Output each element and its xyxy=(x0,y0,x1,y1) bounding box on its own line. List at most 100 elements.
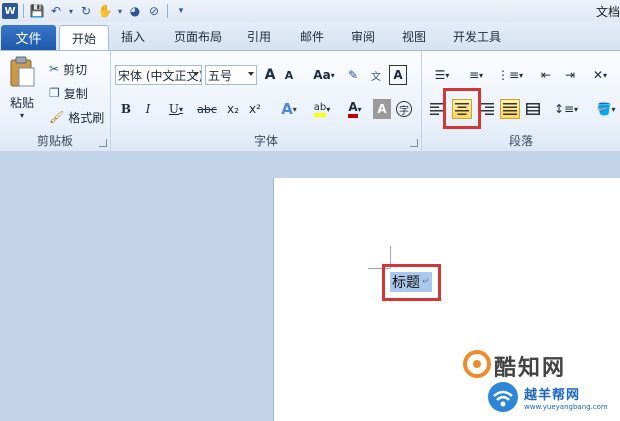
font-color-icon: A xyxy=(348,100,358,118)
tab-mailings[interactable]: 邮件 xyxy=(300,28,324,45)
shrink-font-button[interactable]: A xyxy=(281,65,297,85)
bold-button[interactable]: B xyxy=(117,99,135,119)
phonetic-guide-button[interactable]: 文 xyxy=(367,65,385,85)
watermark-brand: 酷知网 xyxy=(494,356,567,381)
italic-icon: I xyxy=(145,102,151,116)
highlight-button[interactable]: ab ▾ xyxy=(307,99,337,119)
multilevel-list-button[interactable]: ⋮≡ ▾ xyxy=(496,65,524,85)
font-group-label: 字体 xyxy=(253,134,278,148)
format-dropdown-icon[interactable]: ▾ xyxy=(116,3,124,19)
paste-icon xyxy=(10,56,35,87)
chevron-down-icon: ▾ xyxy=(574,104,579,114)
superscript-icon: x² xyxy=(249,102,261,116)
tab-view[interactable]: 视图 xyxy=(402,28,426,45)
change-case-icon: Aa xyxy=(313,68,331,82)
font-name-value: 宋体 (中文正文) xyxy=(118,68,202,83)
bullet-list-icon: ☰ xyxy=(434,68,446,82)
bullets-button[interactable]: ☰ ▾ xyxy=(428,65,456,85)
char-shading-button[interactable]: A xyxy=(373,99,391,119)
char-border-button[interactable]: A xyxy=(389,65,407,85)
copy-icon: ❐ xyxy=(49,86,60,100)
undo-icon[interactable]: ↶ xyxy=(48,3,64,19)
align-right-icon xyxy=(480,103,494,115)
cut-label: 剪切 xyxy=(63,62,88,77)
ribbon: 粘贴 ▾ ✂ 剪切 ❐ 复制 🖌 格式刷 剪贴板 宋体 (中文正文) 五号 A … xyxy=(0,50,620,152)
clipboard-launcher-icon[interactable] xyxy=(99,139,107,147)
subscript-button[interactable]: x₂ xyxy=(223,99,243,119)
color-wheel-icon[interactable]: ◕ xyxy=(127,3,143,19)
clear-format-button[interactable]: ✎ xyxy=(343,65,363,85)
chinese-layout-icon: ✕ xyxy=(592,68,604,82)
grow-font-icon: A xyxy=(264,67,276,83)
chevron-down-icon: ▾ xyxy=(292,104,297,114)
line-spacing-button[interactable]: ↕≡ ▾ xyxy=(552,99,580,119)
clear-format-icon: ✎ xyxy=(347,68,359,82)
chevron-down-icon xyxy=(193,72,199,76)
multilevel-list-icon: ⋮≡ xyxy=(496,68,520,82)
tab-references[interactable]: 引用 xyxy=(247,28,271,45)
save-icon[interactable]: 💾 xyxy=(29,3,45,19)
distributed-button[interactable] xyxy=(524,99,542,119)
underline-button[interactable]: U ▾ xyxy=(163,99,189,119)
tab-developer[interactable]: 开发工具 xyxy=(453,28,501,45)
font-size-value: 五号 xyxy=(208,68,233,83)
increase-indent-button[interactable]: ⇥ xyxy=(560,65,580,85)
tab-page-layout[interactable]: 页面布局 xyxy=(174,28,222,45)
distributed-icon xyxy=(526,103,540,115)
redo-icon[interactable]: ↻ xyxy=(78,3,94,19)
copy-button[interactable]: ❐ 复制 xyxy=(46,83,89,103)
text-effects-button[interactable]: A ▾ xyxy=(275,99,303,119)
tab-home[interactable]: 开始 xyxy=(59,25,109,51)
paste-button[interactable]: 粘贴 ▾ xyxy=(4,55,40,129)
watermark-logo-icon xyxy=(463,350,491,378)
font-size-combo[interactable]: 五号 xyxy=(205,65,257,85)
strikethrough-button[interactable]: abc xyxy=(193,99,221,119)
separator xyxy=(167,4,168,18)
tab-insert[interactable]: 插入 xyxy=(121,28,145,45)
separator xyxy=(23,4,24,18)
enclosed-char-button[interactable]: 字 xyxy=(395,99,413,119)
font-name-combo[interactable]: 宋体 (中文正文) xyxy=(115,65,202,85)
chinese-layout-button[interactable]: ✕ ▾ xyxy=(586,65,614,85)
shading-button[interactable]: 🪣 ▾ xyxy=(592,99,620,119)
font-launcher-icon[interactable] xyxy=(410,139,418,147)
format-painter-button[interactable]: 🖌 格式刷 xyxy=(46,107,105,127)
char-shading-icon: A xyxy=(377,102,387,116)
word-logo-icon[interactable]: W xyxy=(2,3,18,19)
numbered-list-icon: ≡ xyxy=(468,68,480,82)
paragraph-group-label: 段落 xyxy=(508,134,533,148)
paste-label: 粘贴 xyxy=(9,96,34,110)
chevron-down-icon: ▾ xyxy=(330,70,335,80)
copy-label: 复制 xyxy=(63,86,88,101)
italic-button[interactable]: I xyxy=(139,99,157,119)
scissors-icon: ✂ xyxy=(49,62,60,76)
chevron-down-icon: ▾ xyxy=(611,104,616,114)
chevron-down-icon: ▾ xyxy=(179,104,184,114)
format-icon[interactable]: ✋ xyxy=(97,3,113,19)
decrease-indent-button[interactable]: ⇤ xyxy=(536,65,556,85)
cut-button[interactable]: ✂ 剪切 xyxy=(46,59,88,79)
undo-dropdown-icon[interactable]: ▾ xyxy=(67,3,75,19)
justify-button[interactable] xyxy=(500,99,520,119)
shrink-font-icon: A xyxy=(284,68,294,82)
wifi-logo-icon xyxy=(488,382,518,412)
window-title: 文档 xyxy=(595,5,620,19)
font-color-button[interactable]: A ▾ xyxy=(341,99,369,119)
numbering-button[interactable]: ≡ ▾ xyxy=(462,65,490,85)
customize-qat-icon[interactable]: ▾ xyxy=(173,3,189,19)
ribbon-tabs: 文件 开始 插入 页面布局 引用 邮件 审阅 视图 开发工具 xyxy=(0,22,620,51)
paste-dropdown-icon: ▾ xyxy=(19,111,24,120)
watermark-url: www.yueyangbang.com xyxy=(524,403,608,411)
no-format-icon[interactable]: ⊘ xyxy=(146,3,162,19)
tab-file[interactable]: 文件 xyxy=(1,25,56,50)
phonetic-guide-icon: 文 xyxy=(371,71,381,83)
underline-icon: U xyxy=(168,102,180,116)
change-case-button[interactable]: Aa ▾ xyxy=(310,65,338,85)
tab-review[interactable]: 审阅 xyxy=(351,28,375,45)
text-effects-icon: A xyxy=(281,100,293,118)
title-bar: W 💾 ↶ ▾ ↻ ✋ ▾ ◕ ⊘ ▾ 文档 xyxy=(0,0,620,23)
quick-access-toolbar: W 💾 ↶ ▾ ↻ ✋ ▾ ◕ ⊘ ▾ xyxy=(2,2,189,20)
grow-font-button[interactable]: A xyxy=(261,65,279,85)
highlighter-icon: ab xyxy=(313,102,327,117)
superscript-button[interactable]: x² xyxy=(245,99,265,119)
